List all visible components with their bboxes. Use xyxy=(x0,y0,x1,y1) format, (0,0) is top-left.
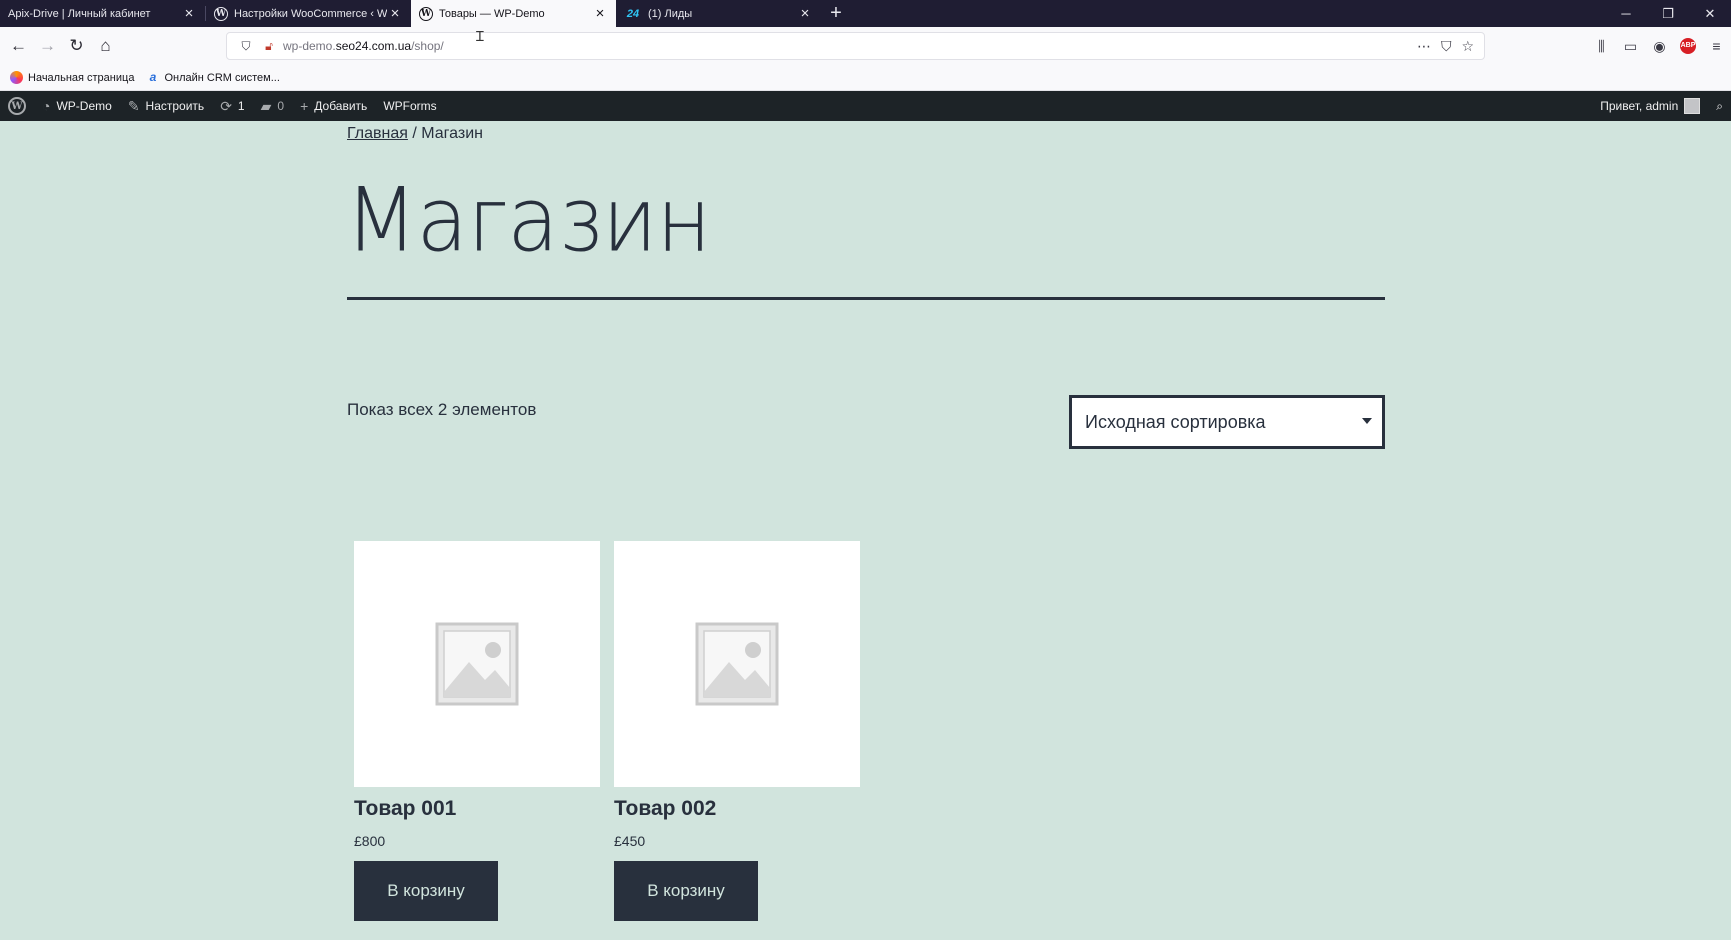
title-divider xyxy=(347,297,1385,300)
close-tab-icon[interactable]: × xyxy=(181,6,197,21)
tab-title: (1) Лиды xyxy=(648,7,693,20)
close-tab-icon[interactable]: × xyxy=(592,6,608,21)
dashboard-icon: ◔ xyxy=(42,98,51,114)
bookmark-crm[interactable]: a Онлайн CRM систем... xyxy=(146,70,280,84)
bookmarks-bar: Начальная страница a Онлайн CRM систем..… xyxy=(0,65,1731,91)
address-bar[interactable]: ⛉ 🔓︎ wp-demo.seo24.com.ua/shop/ ⋯ ⛉ ☆ xyxy=(226,32,1485,60)
image-placeholder-icon xyxy=(695,622,779,706)
add-to-cart-button[interactable]: В корзину xyxy=(614,861,758,921)
avatar xyxy=(1684,98,1701,114)
breadcrumb-separator: / xyxy=(407,125,422,142)
browser-toolbar: ← → ↻ ⌂ ⛉ 🔓︎ wp-demo.seo24.com.ua/shop/ … xyxy=(0,27,1731,65)
breadcrumb: Главная / Магазин xyxy=(347,125,483,143)
product-placeholder-image[interactable] xyxy=(614,541,860,787)
text-cursor-icon: Ɪ xyxy=(476,28,484,44)
product-title[interactable]: Товар 002 xyxy=(614,797,860,827)
browser-tab-strip: Apix-Drive | Личный кабинет × W Настройк… xyxy=(0,0,1731,27)
menu-icon[interactable]: ≡ xyxy=(1702,38,1731,54)
shop-page: Главная / Магазин Магазин Показ всех 2 э… xyxy=(0,121,1731,940)
breadcrumb-home-link[interactable]: Главная xyxy=(347,125,408,142)
product-price: £450 xyxy=(614,833,646,849)
new-tab-button[interactable]: + xyxy=(821,0,851,27)
bookmark-star-icon[interactable]: ☆ xyxy=(1461,38,1474,55)
product-grid: Товар 001 £800 В корзину Товар 002 £450 … xyxy=(354,541,860,921)
close-window-icon[interactable]: ✕ xyxy=(1689,0,1731,27)
tab-title: Товары — WP-Demo xyxy=(439,7,545,20)
browser-tab-leads[interactable]: 24 (1) Лиды × xyxy=(616,0,821,27)
library-icon[interactable]: ⫼ xyxy=(1587,38,1616,55)
product-card: Товар 002 £450 В корзину xyxy=(614,541,860,921)
window-controls: ─ ❐ ✕ xyxy=(1605,0,1731,27)
wp-comments[interactable]: ▰ 0 xyxy=(253,91,292,121)
sidebar-icon[interactable]: ▭ xyxy=(1616,38,1645,55)
orderby-select[interactable]: Исходная сортировка xyxy=(1069,395,1385,449)
orderby-selected-value: Исходная сортировка xyxy=(1085,411,1266,432)
wordpress-favicon-icon: W xyxy=(419,6,433,21)
wp-my-account[interactable]: Привет, admin xyxy=(1592,91,1708,121)
updates-icon: ⟳ xyxy=(220,97,232,114)
breadcrumb-current: Магазин xyxy=(421,125,483,142)
wp-logo-menu[interactable]: W xyxy=(0,91,34,121)
home-icon[interactable]: ⌂ xyxy=(91,32,120,60)
insecure-lock-icon[interactable]: 🔓︎ xyxy=(261,39,277,54)
pocket-icon[interactable]: ⛉ xyxy=(1441,38,1452,55)
forward-arrow-icon[interactable]: → xyxy=(33,32,62,60)
restore-icon[interactable]: ❐ xyxy=(1647,0,1689,27)
wp-admin-bar-right: Привет, admin ⌕ xyxy=(1592,91,1731,121)
account-icon[interactable]: ◉ xyxy=(1645,38,1674,55)
wordpress-logo-icon: W xyxy=(8,97,26,115)
back-arrow-icon[interactable]: ← xyxy=(4,32,33,60)
brush-icon: ✎ xyxy=(127,97,140,114)
plus-icon: + xyxy=(300,98,309,114)
wp-wpforms[interactable]: WPForms xyxy=(375,91,444,121)
browser-tab-products[interactable]: W Товары — WP-Demo × xyxy=(411,0,616,27)
product-placeholder-image[interactable] xyxy=(354,541,600,787)
wp-add-new[interactable]: + Добавить xyxy=(292,91,375,121)
product-price: £800 xyxy=(354,833,386,849)
browser-tab-apix[interactable]: Apix-Drive | Личный кабинет × xyxy=(0,0,205,27)
apix-icon: a xyxy=(149,70,157,84)
image-placeholder-icon xyxy=(435,622,519,706)
close-tab-icon[interactable]: × xyxy=(797,6,813,21)
tab-title: Apix-Drive | Личный кабинет xyxy=(8,7,151,20)
comment-icon: ▰ xyxy=(260,97,272,114)
bookmark-start-page[interactable]: Начальная страница xyxy=(10,71,134,84)
search-icon: ⌕ xyxy=(1716,98,1723,113)
product-title[interactable]: Товар 001 xyxy=(354,797,600,827)
chevron-down-icon xyxy=(1362,418,1372,424)
browser-tab-woocommerce[interactable]: W Настройки WooCommerce ‹ W × xyxy=(206,0,411,27)
adblock-icon[interactable]: ABP xyxy=(1680,38,1696,54)
wp-search[interactable]: ⌕ xyxy=(1708,91,1731,121)
wordpress-favicon-icon: W xyxy=(214,6,228,21)
product-card: Товар 001 £800 В корзину xyxy=(354,541,600,921)
wp-updates[interactable]: ⟳ 1 xyxy=(212,91,252,121)
page-title: Магазин xyxy=(345,168,711,272)
tab-title: Настройки WooCommerce ‹ W xyxy=(234,7,387,20)
reload-icon[interactable]: ↻ xyxy=(62,32,91,60)
firefox-icon xyxy=(10,71,23,84)
close-tab-icon[interactable]: × xyxy=(387,6,403,21)
result-count: Показ всех 2 элементов xyxy=(347,400,537,419)
bitrix24-favicon-icon: 24 xyxy=(626,7,640,20)
shield-icon[interactable]: ⛉ xyxy=(235,39,257,54)
add-to-cart-button[interactable]: В корзину xyxy=(354,861,498,921)
url-text[interactable]: wp-demo.seo24.com.ua/shop/ xyxy=(283,39,1417,53)
more-actions-icon[interactable]: ⋯ xyxy=(1417,38,1431,55)
minimize-icon[interactable]: ─ xyxy=(1605,0,1647,27)
toolbar-right: ⫼ ▭ ◉ ABP ≡ xyxy=(1587,27,1731,65)
wp-admin-bar: W ◔ WP-Demo ✎ Настроить ⟳ 1 ▰ 0 + Добави… xyxy=(0,91,1731,121)
wp-customize[interactable]: ✎ Настроить xyxy=(120,91,212,121)
wp-site-name[interactable]: ◔ WP-Demo xyxy=(34,91,120,121)
